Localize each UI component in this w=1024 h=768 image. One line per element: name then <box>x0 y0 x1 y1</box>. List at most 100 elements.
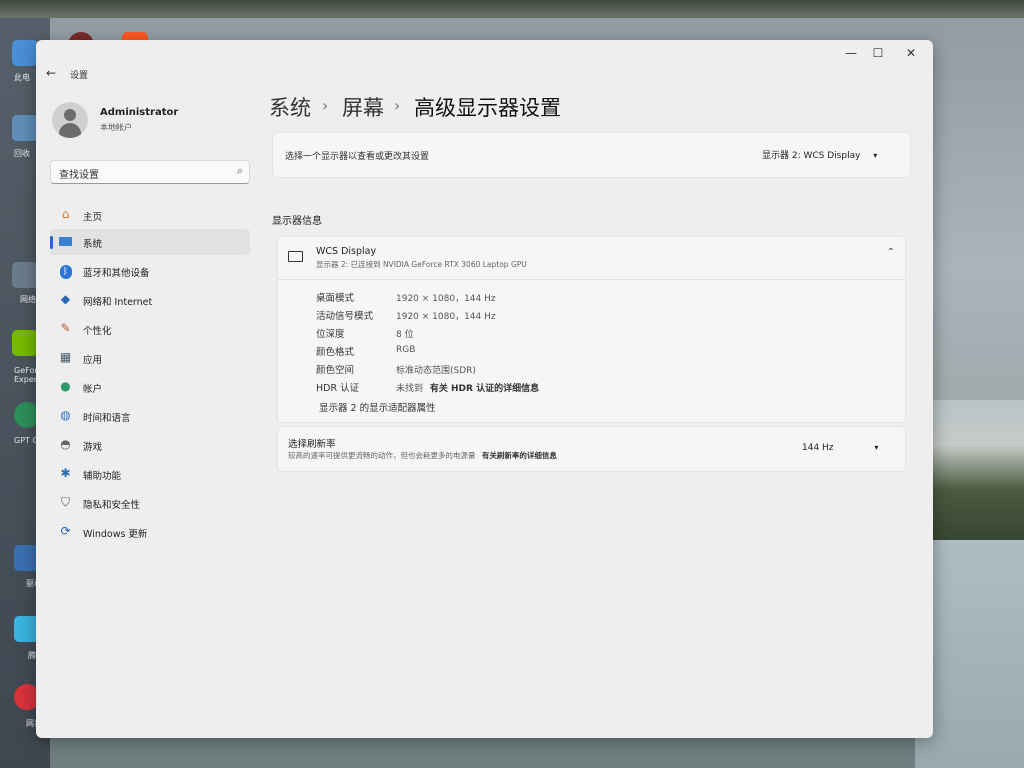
refresh-rate-value: 144 Hz <box>802 443 834 453</box>
display-name: WCS Display <box>316 246 377 257</box>
info-value-hdr: 未找到 有关 HDR 认证的详细信息 <box>396 381 539 394</box>
sidebar-item-privacy[interactable]: ⛉ 隐私和安全性 <box>50 490 250 516</box>
sidebar-item-windows-update[interactable]: ⟳ Windows 更新 <box>50 519 250 545</box>
accessibility-icon: ✱ <box>60 466 71 480</box>
gamepad-icon: ◓ <box>60 437 71 451</box>
info-value-active-signal: 1920 × 1080，144 Hz <box>396 312 496 322</box>
sidebar-item-label: 帐户 <box>83 384 103 395</box>
sidebar-item-apps[interactable]: ▦ 应用 <box>50 345 250 371</box>
sidebar-item-label: 辅助功能 <box>83 471 122 482</box>
user-account-type: 本地帐户 <box>100 123 132 132</box>
sidebar-item-network[interactable]: ◆ 网络和 Internet <box>50 287 250 313</box>
sidebar-item-label: 蓝牙和其他设备 <box>83 268 150 279</box>
display-info-card: WCS Display 显示器 2: 已连接到 NVIDIA GeForce R… <box>277 236 906 423</box>
sidebar-item-home[interactable]: ⌂ 主页 <box>50 202 250 228</box>
search-input[interactable]: 查找设置 ⌕ <box>50 160 250 184</box>
desktop-icon-recycle[interactable] <box>12 115 38 141</box>
sidebar-item-personalization[interactable]: ✎ 个性化 <box>50 316 250 342</box>
breadcrumb-separator: › <box>322 96 329 115</box>
desktop-icon-label: 回收 <box>14 149 30 158</box>
adapter-properties-link[interactable]: 显示器 2 的显示适配器属性 <box>319 400 436 414</box>
sidebar-item-label: 游戏 <box>83 442 103 453</box>
avatar-body <box>59 123 81 138</box>
system-icon <box>58 234 73 249</box>
sidebar-item-bluetooth[interactable]: ᛒ 蓝牙和其他设备 <box>50 258 250 284</box>
title-bar <box>36 40 933 76</box>
brush-icon: ✎ <box>60 321 71 335</box>
shield-icon: ⛉ <box>60 495 70 509</box>
info-key-hdr: HDR 认证 <box>316 383 360 394</box>
display-info-section-title: 显示器信息 <box>272 216 322 227</box>
breadcrumb-display[interactable]: 屏幕 <box>342 92 384 122</box>
card-divider <box>278 279 905 280</box>
maximize-button[interactable]: ☐ <box>869 46 887 60</box>
info-key-color-format: 颜色格式 <box>316 347 355 358</box>
user-name: Administrator <box>100 107 179 118</box>
active-indicator <box>50 236 53 249</box>
desktop-icon-label: 此电 <box>14 73 30 82</box>
search-icon: ⌕ <box>236 164 243 177</box>
info-value-desktop-mode: 1920 × 1080，144 Hz <box>396 294 496 304</box>
info-key-active-signal: 活动信号模式 <box>316 311 374 322</box>
sidebar-item-label: Windows 更新 <box>83 529 148 540</box>
refresh-desc-text: 较高的速率可提供更流畅的动作，但也会耗更多的电源量 <box>288 451 476 460</box>
info-value-color-format: RGB <box>396 345 416 355</box>
info-value-color-space: 标准动态范围(SDR) <box>396 366 476 376</box>
refresh-rate-card: 选择刷新率 较高的速率可提供更流畅的动作，但也会耗更多的电源量 有关刷新率的详细… <box>277 426 906 472</box>
bluetooth-icon: ᛒ <box>58 263 73 279</box>
refresh-rate-label: 选择刷新率 <box>288 439 336 450</box>
globe-icon: ◍ <box>60 408 71 422</box>
info-key-desktop-mode: 桌面模式 <box>316 293 355 304</box>
refresh-details-link[interactable]: 有关刷新率的详细信息 <box>482 451 557 460</box>
monitor-bezel <box>0 0 1024 18</box>
sidebar-item-label: 隐私和安全性 <box>83 500 141 511</box>
page-title: 高级显示器设置 <box>414 96 561 120</box>
desktop-icon-this-pc[interactable] <box>12 40 38 66</box>
sidebar-item-label: 应用 <box>83 355 103 366</box>
close-button[interactable]: ✕ <box>902 46 920 60</box>
sidebar-item-label: 时间和语言 <box>83 413 131 424</box>
breadcrumb-system[interactable]: 系统 <box>269 92 311 122</box>
monitor-icon <box>288 251 303 262</box>
sidebar-item-label: 主页 <box>83 212 103 223</box>
display-subtitle: 显示器 2: 已连接到 NVIDIA GeForce RTX 3060 Lapt… <box>316 260 527 269</box>
wifi-icon: ◆ <box>60 292 71 306</box>
sidebar-item-label: 个性化 <box>83 326 112 337</box>
breadcrumb-separator: › <box>394 96 401 115</box>
update-icon: ⟳ <box>60 524 71 538</box>
hdr-status: 未找到 <box>396 384 424 394</box>
sidebar-item-accounts[interactable]: ● 帐户 <box>50 374 250 400</box>
chevron-down-icon: ▾ <box>873 151 878 160</box>
sidebar-item-label: 网络和 Internet <box>83 297 153 308</box>
settings-window: ← 设置 — ☐ ✕ Administrator 本地帐户 查找设置 ⌕ ⌂ 主… <box>36 40 933 738</box>
avatar-head <box>64 109 76 121</box>
desktop-icon-network[interactable] <box>12 262 38 288</box>
search-placeholder: 查找设置 <box>59 170 99 181</box>
info-key-color-space: 颜色空间 <box>316 365 355 376</box>
display-select-dropdown[interactable]: 显示器 2: WCS Display ▾ <box>762 148 877 161</box>
chevron-down-icon: ▾ <box>874 443 879 452</box>
refresh-rate-dropdown[interactable]: 144 Hz ▾ <box>802 443 878 453</box>
display-select-value: 显示器 2: WCS Display <box>762 151 861 161</box>
desktop-icon-geforce[interactable] <box>12 330 38 356</box>
window-title: 设置 <box>70 71 89 81</box>
sidebar-item-label: 系统 <box>83 239 103 250</box>
account-icon: ● <box>60 379 71 393</box>
info-value-bit-depth: 8 位 <box>396 330 414 340</box>
sidebar-item-gaming[interactable]: ◓ 游戏 <box>50 432 250 458</box>
back-button[interactable]: ← <box>46 66 56 80</box>
select-display-card: 选择一个显示器以查看或更改其设置 显示器 2: WCS Display ▾ <box>272 132 911 178</box>
avatar[interactable] <box>52 102 88 138</box>
desktop-icon-label: 网络 <box>20 295 36 304</box>
sidebar-item-time-language[interactable]: ◍ 时间和语言 <box>50 403 250 429</box>
refresh-rate-description: 较高的速率可提供更流畅的动作，但也会耗更多的电源量 有关刷新率的详细信息 <box>288 450 557 461</box>
apps-icon: ▦ <box>59 350 72 364</box>
hdr-details-link[interactable]: 有关 HDR 认证的详细信息 <box>430 384 539 394</box>
minimize-button[interactable]: — <box>842 46 860 60</box>
sidebar-item-accessibility[interactable]: ✱ 辅助功能 <box>50 461 250 487</box>
chevron-up-icon[interactable]: ⌃ <box>887 247 895 258</box>
home-icon: ⌂ <box>61 207 70 221</box>
info-key-bit-depth: 位深度 <box>316 329 345 340</box>
select-display-label: 选择一个显示器以查看或更改其设置 <box>285 152 430 162</box>
sidebar-item-system[interactable]: 系统 <box>50 229 250 255</box>
